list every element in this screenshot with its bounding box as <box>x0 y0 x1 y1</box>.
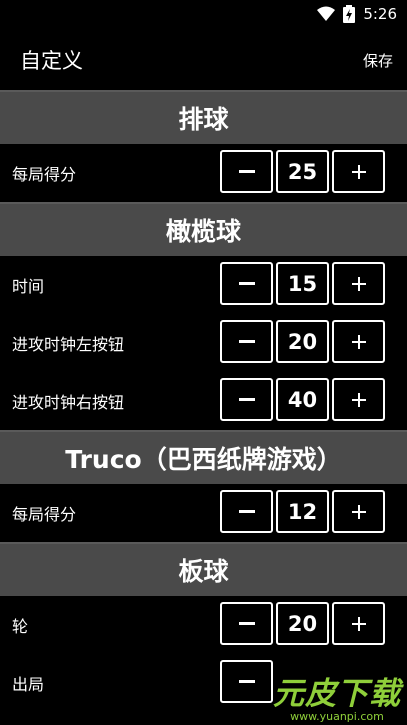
decrement-button[interactable] <box>220 262 273 305</box>
value-display: 15 <box>276 262 329 305</box>
setting-row: 时间 15 <box>0 256 407 314</box>
increment-button[interactable] <box>332 262 385 305</box>
plus-icon <box>351 392 366 407</box>
app-bar: 自定义 保存 <box>0 30 407 90</box>
section-header-cricket: 板球 <box>0 542 407 596</box>
save-button[interactable]: 保存 <box>363 50 393 71</box>
plus-icon <box>351 164 366 179</box>
minus-icon <box>238 680 255 683</box>
setting-row: 每局得分 12 <box>0 484 407 542</box>
decrement-button[interactable] <box>220 490 273 533</box>
value-display: 20 <box>276 602 329 645</box>
increment-button[interactable] <box>332 490 385 533</box>
setting-label: 轮 <box>12 617 29 636</box>
setting-row: 轮 20 <box>0 596 407 654</box>
page-title: 自定义 <box>20 49 83 73</box>
attack-clock-right-stepper: 40 <box>220 378 385 421</box>
decrement-button[interactable] <box>220 378 273 421</box>
increment-button[interactable] <box>332 150 385 193</box>
value-display: 12 <box>276 490 329 533</box>
overs-stepper: 20 <box>220 602 385 645</box>
increment-button[interactable] <box>332 320 385 363</box>
watermark-logo: 元皮下载 www.yuanpi.com <box>273 676 401 723</box>
increment-button[interactable] <box>332 378 385 421</box>
value-display: 20 <box>276 320 329 363</box>
decrement-button[interactable] <box>220 602 273 645</box>
value-display: 25 <box>276 150 329 193</box>
minus-icon <box>238 398 255 401</box>
attack-clock-left-stepper: 20 <box>220 320 385 363</box>
value-display: 40 <box>276 378 329 421</box>
setting-label: 进攻时钟右按钮 <box>12 393 125 412</box>
setting-row: 进攻时钟左按钮 20 <box>0 314 407 372</box>
points-per-set-stepper: 25 <box>220 150 385 193</box>
setting-row: 每局得分 25 <box>0 144 407 202</box>
section-header-truco: Truco（巴西纸牌游戏） <box>0 430 407 484</box>
minus-icon <box>238 282 255 285</box>
time-stepper: 15 <box>220 262 385 305</box>
setting-label: 出局 <box>12 675 45 694</box>
decrement-button[interactable] <box>220 320 273 363</box>
status-time: 5:26 <box>363 5 397 23</box>
increment-button[interactable] <box>332 602 385 645</box>
section-header-rugby: 橄榄球 <box>0 202 407 256</box>
decrement-button[interactable] <box>220 150 273 193</box>
wifi-icon <box>317 6 336 22</box>
plus-icon <box>351 334 366 349</box>
minus-icon <box>238 510 255 513</box>
minus-icon <box>238 622 255 625</box>
plus-icon <box>351 504 366 519</box>
decrement-button[interactable] <box>220 660 273 703</box>
setting-label: 每局得分 <box>12 505 77 524</box>
section-header-volleyball: 排球 <box>0 90 407 144</box>
status-bar: 5:26 <box>0 0 407 30</box>
minus-icon <box>238 170 255 173</box>
setting-label: 进攻时钟左按钮 <box>12 335 125 354</box>
wickets-stepper <box>220 660 273 703</box>
minus-icon <box>238 340 255 343</box>
battery-icon <box>343 5 356 23</box>
plus-icon <box>351 616 366 631</box>
truco-points-stepper: 12 <box>220 490 385 533</box>
plus-icon <box>351 276 366 291</box>
setting-label: 每局得分 <box>12 165 77 184</box>
setting-row: 进攻时钟右按钮 40 <box>0 372 407 430</box>
setting-label: 时间 <box>12 277 45 296</box>
